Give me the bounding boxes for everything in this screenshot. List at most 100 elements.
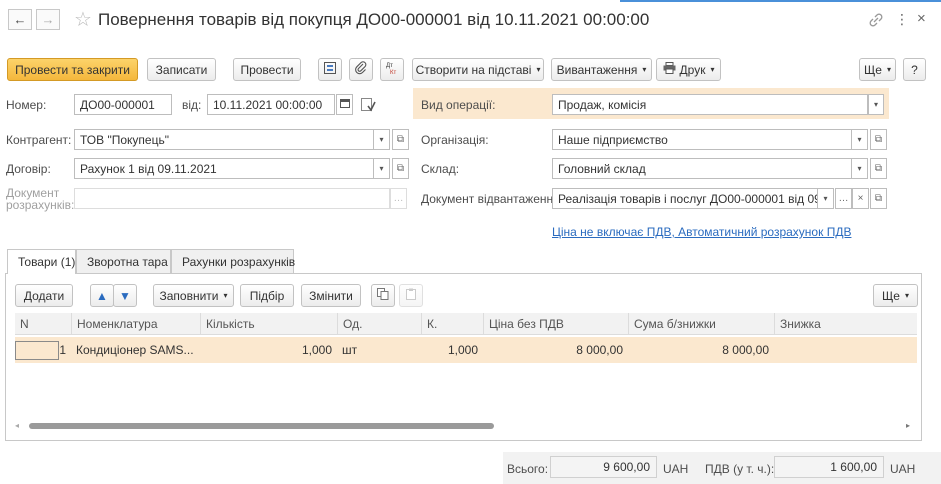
forward-button[interactable]: → [36, 9, 60, 30]
organization-label: Організація: [421, 133, 489, 147]
tab-settlement-accounts[interactable]: Рахунки розрахунків [171, 249, 295, 273]
save-button[interactable]: Записати [147, 58, 216, 81]
dt-kt-button[interactable]: Дт Кт [380, 58, 404, 81]
total-label: Всього: [507, 462, 549, 476]
column-header-price-without-vat[interactable]: Ціна без ПДВ [483, 313, 628, 335]
print-dropdown[interactable]: Друк ▾ [656, 58, 721, 81]
arrow-down-icon: ▼ [119, 288, 131, 303]
scroll-right-icon[interactable]: ▸ [906, 421, 910, 430]
operation-type-field[interactable]: Продаж, комісія [552, 94, 868, 115]
cell-sum-without-discount[interactable]: 8 000,00 [628, 337, 774, 363]
warehouse-field[interactable]: Головний склад [552, 158, 852, 179]
calendar-button[interactable] [336, 94, 353, 115]
scrollbar-thumb[interactable] [29, 423, 494, 429]
paperclip-icon [354, 61, 368, 78]
ellipsis-icon: … [838, 193, 849, 204]
cell-coefficient[interactable]: 1,000 [421, 337, 483, 363]
post-and-close-button[interactable]: Провести та закрити [7, 58, 138, 81]
copy-row-button[interactable] [371, 284, 395, 307]
table-more-label: Ще [882, 288, 900, 303]
tab-returnable-packaging[interactable]: Зворотна тара [76, 249, 171, 273]
add-row-button[interactable]: Додати [15, 284, 73, 307]
number-field[interactable]: ДО00-000001 [74, 94, 172, 115]
cell-discount[interactable] [774, 337, 917, 363]
organization-dropdown[interactable]: ▾ [852, 129, 868, 150]
help-button[interactable]: ? [903, 58, 926, 81]
cell-nomenclature[interactable]: Кондиціонер SAMS... [71, 337, 200, 363]
counterparty-dropdown[interactable]: ▾ [374, 129, 390, 150]
column-header-coefficient[interactable]: К. [421, 313, 483, 335]
create-based-on-dropdown[interactable]: Створити на підставі ▾ [412, 58, 544, 81]
vat-label: ПДВ (у т. ч.): [705, 462, 775, 476]
vat-settings-link[interactable]: Ціна не включає ПДВ, Автоматичний розрах… [552, 225, 851, 239]
open-form-icon: ⧉ [874, 193, 883, 204]
chevron-down-icon: ▾ [379, 164, 384, 173]
forward-arrow-icon: → [41, 12, 55, 27]
move-down-button[interactable]: ▼ [113, 284, 137, 307]
shipment-document-clear-button[interactable]: × [852, 188, 869, 209]
total-value: 9 600,00 [550, 456, 657, 478]
attach-button[interactable] [349, 58, 373, 81]
column-header-n[interactable]: N [15, 313, 71, 335]
table-header: N Номенклатура Кількість Од. К. Ціна без… [15, 313, 917, 335]
counterparty-label: Контрагент: [6, 133, 72, 147]
settlement-document-field[interactable] [74, 188, 390, 209]
counterparty-open-button[interactable]: ⧉ [392, 129, 409, 150]
close-icon[interactable]: × [917, 10, 926, 27]
table-row[interactable]: 1 Кондиціонер SAMS... 1,000 шт 1,000 8 0… [15, 337, 917, 363]
horizontal-scrollbar[interactable]: ◂ ▸ [15, 419, 917, 433]
organization-open-button[interactable]: ⧉ [870, 129, 887, 150]
warehouse-open-button[interactable]: ⧉ [870, 158, 887, 179]
column-header-sum-without-discount[interactable]: Сума б/знижки [628, 313, 774, 335]
contract-open-button[interactable]: ⧉ [392, 158, 409, 179]
cell-unit[interactable]: шт [337, 337, 421, 363]
settlement-document-select-button[interactable]: … [390, 188, 407, 209]
selection-button[interactable]: Підбір [240, 284, 294, 307]
favorite-star-icon[interactable]: ☆ [74, 7, 92, 32]
shipment-document-dropdown[interactable]: ▾ [818, 188, 834, 209]
more-menu-icon[interactable]: ⋮ [895, 11, 909, 28]
move-up-button[interactable]: ▲ [90, 284, 114, 307]
column-header-unit[interactable]: Од. [337, 313, 421, 335]
shipment-document-open-button[interactable]: ⧉ [870, 188, 887, 209]
change-button[interactable]: Змінити [301, 284, 361, 307]
cell-price-without-vat[interactable]: 8 000,00 [483, 337, 628, 363]
column-header-quantity[interactable]: Кількість [200, 313, 337, 335]
chevron-down-icon: ▾ [857, 135, 862, 144]
scroll-left-icon[interactable]: ◂ [15, 421, 19, 430]
chevron-down-icon: ▾ [823, 194, 828, 203]
contract-field[interactable]: Рахунок 1 від 09.11.2021 [74, 158, 374, 179]
shipment-document-field[interactable]: Реалізація товарів і послуг ДО00-000001 … [552, 188, 818, 209]
total-currency: UAH [663, 462, 689, 476]
table-more-dropdown[interactable]: Ще ▾ [873, 284, 918, 307]
organization-field[interactable]: Наше підприємство [552, 129, 852, 150]
clear-icon: × [857, 193, 864, 204]
contract-dropdown[interactable]: ▾ [374, 158, 390, 179]
open-form-icon: ⧉ [874, 134, 883, 145]
svg-text:Кт: Кт [390, 70, 396, 75]
printer-icon [663, 62, 676, 77]
paste-row-button[interactable] [399, 284, 423, 307]
column-header-nomenclature[interactable]: Номенклатура [71, 313, 200, 335]
arrow-up-icon: ▲ [96, 288, 108, 303]
column-header-discount[interactable]: Знижка [774, 313, 917, 335]
counterparty-field[interactable]: ТОВ "Покупець" [74, 129, 374, 150]
operation-type-dropdown[interactable]: ▾ [868, 94, 884, 115]
shipment-document-select-button[interactable]: … [835, 188, 852, 209]
back-button[interactable]: ← [8, 9, 32, 30]
link-icon[interactable] [868, 12, 884, 28]
chevron-down-icon: ▾ [710, 65, 715, 74]
more-actions-dropdown[interactable]: Ще ▾ [859, 58, 896, 81]
warehouse-dropdown[interactable]: ▾ [852, 158, 868, 179]
post-button[interactable]: Провести [233, 58, 301, 81]
chevron-down-icon: ▾ [536, 65, 541, 74]
export-dropdown[interactable]: Вивантаження ▾ [551, 58, 652, 81]
date-field[interactable]: 10.11.2021 00:00:00 [207, 94, 335, 115]
window-accent-line [620, 0, 941, 2]
date-label: від: [182, 98, 202, 112]
tab-goods[interactable]: Товари (1) [7, 249, 76, 274]
fill-dropdown[interactable]: Заповнити ▾ [153, 284, 234, 307]
structure-icon [323, 61, 337, 78]
cell-quantity[interactable]: 1,000 [200, 337, 337, 363]
structure-button[interactable] [318, 58, 342, 81]
